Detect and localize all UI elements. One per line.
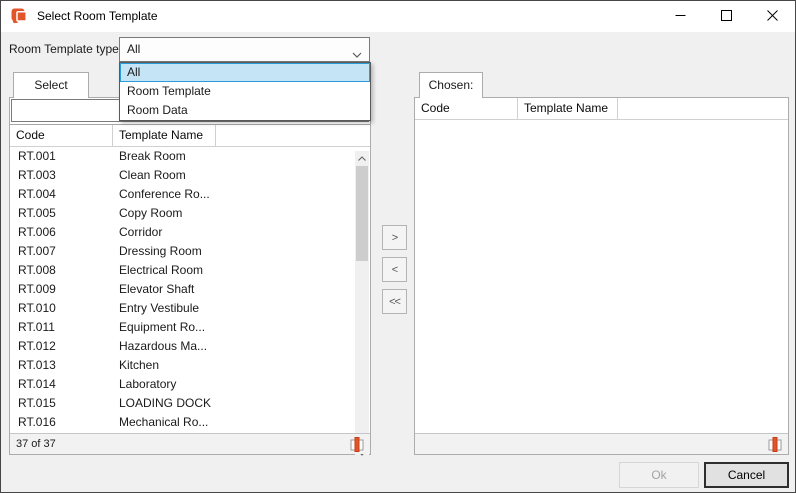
column-header-code[interactable]: Code — [10, 125, 113, 146]
cell-template-name: Laboratory — [113, 375, 370, 394]
table-row[interactable]: RT.013Kitchen — [10, 356, 370, 375]
dropdown-option-all[interactable]: All — [120, 63, 370, 82]
cell-code: RT.004 — [10, 185, 113, 204]
tab-select[interactable]: Select — [13, 72, 89, 98]
table-row[interactable]: RT.011Equipment Ro... — [10, 318, 370, 337]
table-row[interactable]: RT.003Clean Room — [10, 166, 370, 185]
cell-template-name: Entry Vestibule — [113, 299, 370, 318]
cell-template-name: Hazardous Ma... — [113, 337, 370, 356]
scroll-up-icon[interactable] — [355, 151, 369, 165]
cell-code: RT.008 — [10, 261, 113, 280]
cell-code: RT.012 — [10, 337, 113, 356]
table-row[interactable]: RT.004Conference Ro... — [10, 185, 370, 204]
cell-template-name: Copy Room — [113, 204, 370, 223]
minimize-icon — [675, 9, 686, 24]
cell-code: RT.005 — [10, 204, 113, 223]
column-header-template-name[interactable]: Template Name — [113, 125, 216, 146]
remove-all-button[interactable]: << — [382, 289, 407, 314]
room-template-type-dropdown: AllRoom TemplateRoom Data — [119, 62, 371, 121]
column-header-code[interactable]: Code — [415, 98, 518, 119]
window-title: Select Room Template — [37, 1, 158, 32]
table-header[interactable]: Code Template Name — [10, 125, 370, 147]
table-row[interactable]: RT.012Hazardous Ma... — [10, 337, 370, 356]
table-row[interactable]: RT.006Corridor — [10, 223, 370, 242]
room-template-type-combobox[interactable]: All — [119, 37, 370, 62]
table-row[interactable]: RT.007Dressing Room — [10, 242, 370, 261]
column-header-filler — [216, 125, 370, 146]
minimize-button[interactable] — [657, 1, 703, 32]
room-template-type-label: Room Template type — [9, 37, 119, 62]
chosen-panel: Code Template Name — [414, 97, 789, 455]
cell-code: RT.015 — [10, 394, 113, 413]
dropdown-option-room-template[interactable]: Room Template — [120, 82, 370, 101]
table-row[interactable]: RT.008Electrical Room — [10, 261, 370, 280]
cell-code: RT.003 — [10, 166, 113, 185]
cancel-button[interactable]: Cancel — [704, 462, 789, 488]
combobox-value: All — [127, 38, 140, 61]
dropdown-option-room-data[interactable]: Room Data — [120, 101, 370, 120]
cell-template-name: LOADING DOCK — [113, 394, 370, 413]
close-button[interactable] — [749, 1, 795, 32]
close-icon — [767, 9, 778, 24]
remove-button[interactable]: < — [382, 257, 407, 282]
add-button[interactable]: > — [382, 225, 407, 250]
cell-template-name: Corridor — [113, 223, 370, 242]
table-row[interactable]: RT.009Elevator Shaft — [10, 280, 370, 299]
table-row[interactable]: RT.014Laboratory — [10, 375, 370, 394]
row-count: 37 of 37 — [16, 438, 56, 450]
table-body: RT.001Break RoomRT.003Clean RoomRT.004Co… — [10, 147, 370, 432]
cell-template-name: Break Room — [113, 147, 370, 166]
cell-code: RT.013 — [10, 356, 113, 375]
select-room-template-dialog: Select Room Template Room Template type … — [0, 0, 796, 493]
cell-code: RT.001 — [10, 147, 113, 166]
columns-report-icon[interactable] — [350, 436, 364, 460]
table-row[interactable]: RT.005Copy Room — [10, 204, 370, 223]
cell-template-name: Mechanical Ro... — [113, 413, 370, 432]
titlebar[interactable]: Select Room Template — [1, 1, 795, 32]
table-row[interactable]: RT.015LOADING DOCK — [10, 394, 370, 413]
table-header[interactable]: Code Template Name — [415, 98, 788, 120]
table-row[interactable]: RT.016Mechanical Ro... — [10, 413, 370, 432]
cell-code: RT.011 — [10, 318, 113, 337]
cell-template-name: Electrical Room — [113, 261, 370, 280]
tab-chosen[interactable]: Chosen: — [419, 72, 483, 98]
chevron-down-icon — [352, 47, 362, 61]
column-header-filler — [618, 98, 788, 119]
cell-code: RT.014 — [10, 375, 113, 394]
table-row[interactable]: RT.010Entry Vestibule — [10, 299, 370, 318]
available-templates-table: Code Template Name RT.001Break RoomRT.00… — [10, 124, 370, 433]
cell-code: RT.007 — [10, 242, 113, 261]
column-header-template-name[interactable]: Template Name — [518, 98, 618, 119]
cell-template-name: Conference Ro... — [113, 185, 370, 204]
window-controls — [657, 1, 795, 32]
cell-code: RT.010 — [10, 299, 113, 318]
scrollbar-thumb[interactable] — [356, 166, 368, 261]
app-icon — [11, 8, 29, 25]
cell-template-name: Dressing Room — [113, 242, 370, 261]
cell-code: RT.016 — [10, 413, 113, 432]
right-panel-footer — [415, 433, 788, 454]
select-panel: Code Template Name RT.001Break RoomRT.00… — [9, 97, 371, 455]
table-row[interactable]: RT.001Break Room — [10, 147, 370, 166]
cell-template-name: Kitchen — [113, 356, 370, 375]
cell-template-name: Clean Room — [113, 166, 370, 185]
columns-report-icon[interactable] — [768, 436, 782, 460]
cell-template-name: Elevator Shaft — [113, 280, 370, 299]
cell-template-name: Equipment Ro... — [113, 318, 370, 337]
vertical-scrollbar[interactable] — [355, 151, 369, 460]
maximize-icon — [721, 9, 732, 24]
left-panel-footer: 37 of 37 — [10, 433, 370, 454]
ok-button[interactable]: Ok — [619, 462, 699, 488]
cell-code: RT.006 — [10, 223, 113, 242]
cell-code: RT.009 — [10, 280, 113, 299]
maximize-button[interactable] — [703, 1, 749, 32]
chosen-templates-table: Code Template Name — [415, 98, 788, 433]
